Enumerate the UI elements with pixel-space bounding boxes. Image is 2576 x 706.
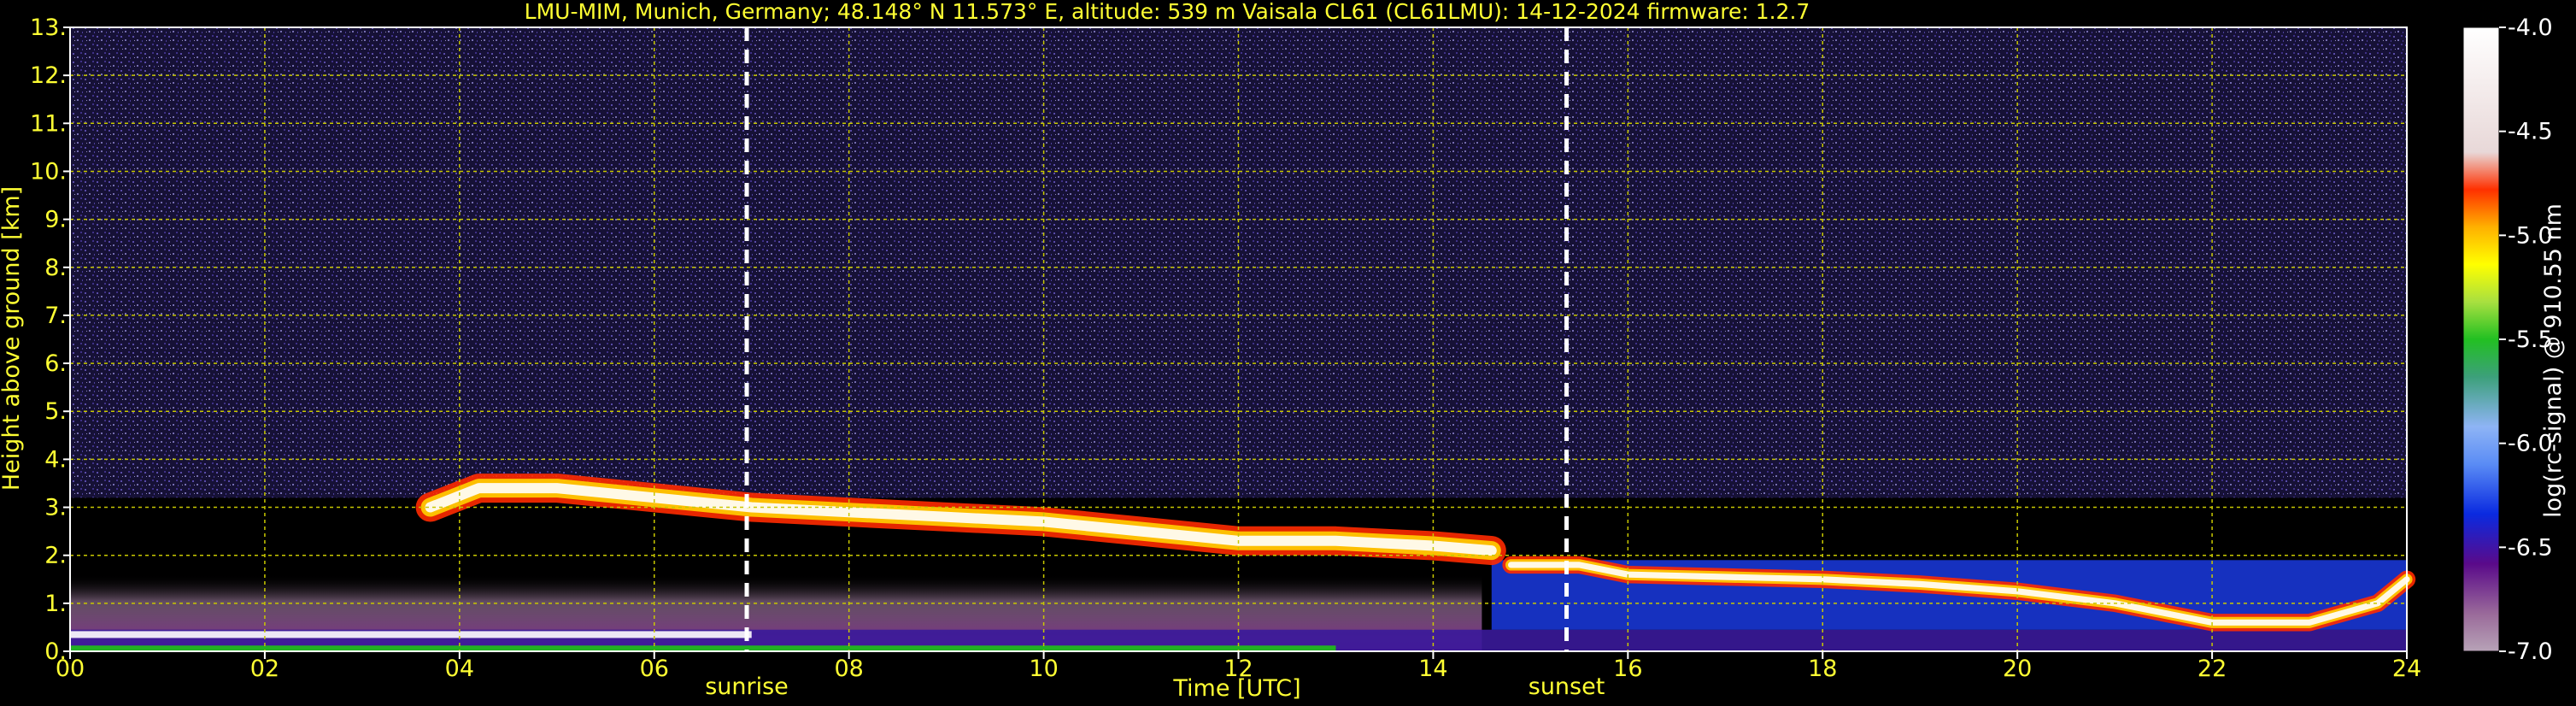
- x-tick-label: 08: [834, 656, 863, 682]
- x-tick-label: 18: [1808, 656, 1837, 682]
- y-tick-label: 5.: [44, 398, 67, 425]
- lidar-chart: sunrise sunset 00 02 04 06 08 10 12 14 16 18 20 22 24…: [0, 0, 2576, 706]
- y-tick-label: 12.: [30, 62, 67, 89]
- x-tick-label: 04: [445, 656, 474, 682]
- x-tick-label: 24: [2392, 656, 2421, 682]
- x-tick-label: 10: [1029, 656, 1058, 682]
- y-tick-label: 3.: [44, 495, 67, 521]
- x-tick-label: 16: [1613, 656, 1642, 682]
- x-tick-label: 22: [2198, 656, 2227, 682]
- x-axis-label: Time [UTC]: [1172, 675, 1300, 702]
- y-tick-label: 2.: [44, 543, 67, 569]
- y-axis-label: Height above ground [km]: [0, 186, 25, 491]
- marker-label-sunset: sunset: [1529, 674, 1605, 700]
- colorbar: [2462, 26, 2500, 652]
- x-tick-label: 02: [250, 656, 279, 682]
- x-tick-label: 20: [2003, 656, 2032, 682]
- y-tick-label: 1.: [44, 591, 67, 617]
- colorbar-tick-label: -4.0: [2508, 15, 2553, 41]
- chart-svg: sunrise sunset 00 02 04 06 08 10 12 14 16 18 20 22 24…: [0, 0, 2567, 702]
- y-tick-label: 0.: [44, 638, 67, 665]
- colorbar-tick-label: -4.5: [2508, 119, 2553, 145]
- y-tick-label: 11.: [30, 110, 67, 137]
- colorbar-tick-label: -7.0: [2508, 638, 2553, 665]
- y-tick-label: 8.: [44, 255, 67, 281]
- y-tick-label: 6.: [44, 350, 67, 377]
- marker-label-sunrise: sunrise: [705, 674, 789, 700]
- y-tick-label: 9.: [44, 207, 67, 233]
- colorbar-label: log(rc-signal) @ 910.55 nm: [2540, 203, 2567, 518]
- y-tick-label: 4.: [44, 446, 67, 473]
- x-tick-label: 06: [640, 656, 669, 682]
- colorbar-tick-label: -6.5: [2508, 534, 2553, 561]
- chart-title: LMU-MIM, Munich, Germany; 48.148° N 11.5…: [525, 0, 1810, 24]
- surface-band-white: [70, 631, 752, 638]
- y-tick-label: 13.: [30, 15, 67, 41]
- x-tick-label: 14: [1418, 656, 1447, 682]
- y-tick-label: 7.: [44, 303, 67, 329]
- y-tick-label: 10.: [30, 158, 67, 185]
- surface-band-green: [70, 645, 1336, 651]
